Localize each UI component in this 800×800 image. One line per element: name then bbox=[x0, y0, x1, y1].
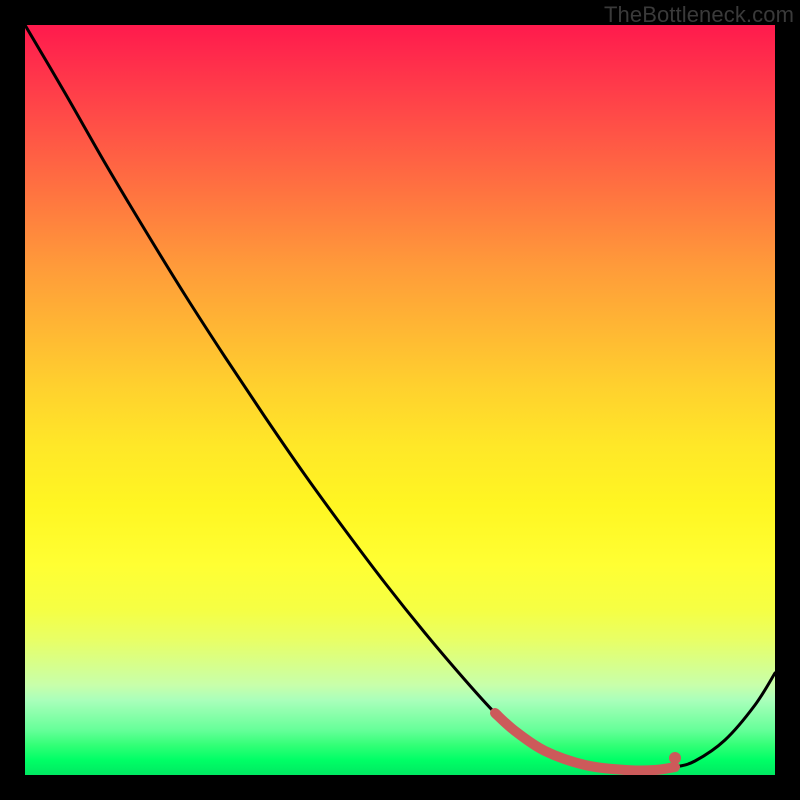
bottleneck-curve bbox=[25, 25, 775, 771]
watermark-text: TheBottleneck.com bbox=[604, 2, 794, 28]
trough-dot bbox=[669, 752, 681, 764]
trough-band bbox=[495, 713, 675, 771]
curve-overlay bbox=[25, 25, 775, 775]
plot-frame bbox=[25, 25, 775, 775]
